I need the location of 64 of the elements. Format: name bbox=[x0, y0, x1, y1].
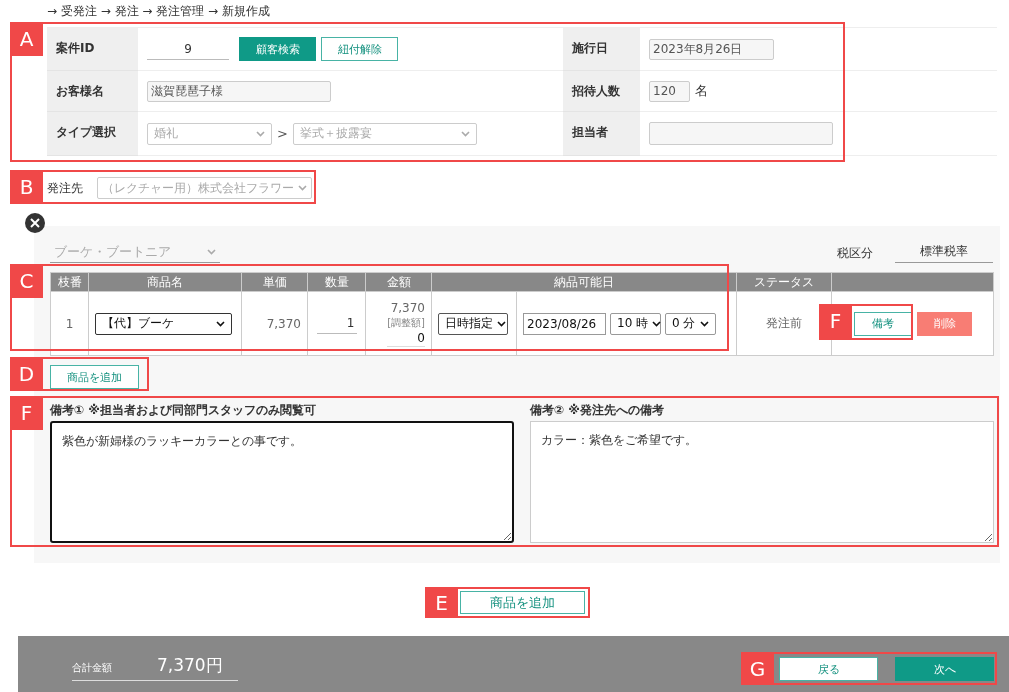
annotation-label: F bbox=[10, 396, 43, 430]
chevron-icon bbox=[460, 130, 470, 137]
back-button[interactable]: 戻る bbox=[779, 657, 878, 681]
guest-count-field[interactable]: 120 bbox=[649, 80, 690, 102]
memo-label: 備考② ※発注先への備考 bbox=[530, 402, 664, 419]
field-label: 施行日 bbox=[572, 40, 608, 57]
tax-label: 税区分 bbox=[837, 244, 873, 262]
field-label: お客様名 bbox=[56, 83, 104, 100]
column-header: ステータス bbox=[736, 272, 832, 292]
field-label: 招待人数 bbox=[572, 83, 620, 100]
adjustment-label: [調整額] bbox=[387, 315, 425, 330]
annotation-label: G bbox=[741, 652, 774, 685]
annotation-label: A bbox=[10, 22, 43, 56]
column-header: 数量 bbox=[307, 272, 366, 292]
annotation-label: D bbox=[10, 357, 43, 391]
column-header: 単価 bbox=[241, 272, 308, 292]
memo-field[interactable]: カラー：紫色をご希望です。 bbox=[530, 421, 994, 543]
staff-field[interactable] bbox=[649, 122, 833, 145]
annotation-label: E bbox=[425, 587, 458, 618]
chevron-icon bbox=[256, 130, 265, 137]
table-cell: 1 bbox=[50, 291, 89, 356]
memo-field[interactable]: 紫色が新婦様のラッキーカラーとの事です。 bbox=[50, 421, 514, 543]
chevron-icon bbox=[497, 320, 506, 327]
column-header: 商品名 bbox=[88, 272, 242, 292]
memo-button[interactable]: 備考 bbox=[854, 311, 912, 336]
memo-label: 備考① ※担当者および同部門スタッフのみ閲覧可 bbox=[50, 402, 316, 419]
customer-search-button[interactable]: 顧客検索 bbox=[239, 37, 316, 61]
customer-name-field[interactable]: 滋賀琵琶子様 bbox=[147, 80, 331, 102]
product-dropdown[interactable]: 【代】ブーケ bbox=[95, 312, 232, 335]
annotation-label: C bbox=[10, 264, 43, 298]
chevron-icon bbox=[700, 320, 709, 327]
total-label: 合計金額 bbox=[72, 661, 112, 675]
tax-value: 標準税率 bbox=[895, 243, 993, 263]
field-label: 発注先 bbox=[47, 179, 83, 197]
annotation-label: F bbox=[819, 304, 852, 338]
table-cell: 7,370 bbox=[241, 291, 308, 356]
column-header: 納品可能日 bbox=[431, 272, 737, 292]
chevron-icon bbox=[652, 320, 662, 327]
chevron-icon bbox=[207, 248, 216, 255]
field-label: 案件ID bbox=[56, 40, 95, 57]
breadcrumb: → 受発注 → 発注 → 発注管理 → 新規作成 bbox=[47, 3, 270, 20]
add-item-button[interactable]: 商品を追加 bbox=[460, 591, 585, 614]
chevron-icon bbox=[298, 185, 307, 191]
next-button[interactable]: 次へ bbox=[895, 657, 994, 681]
field-label: 担当者 bbox=[572, 124, 608, 141]
add-item-button[interactable]: 商品を追加 bbox=[50, 365, 139, 389]
unit-label: 名 bbox=[695, 82, 708, 100]
column-header: 金額 bbox=[365, 272, 432, 292]
close-icon[interactable] bbox=[25, 213, 45, 233]
date-field[interactable]: 2023年8月26日 bbox=[649, 38, 774, 60]
minute-dropdown[interactable]: 0 分 bbox=[665, 312, 716, 335]
unlink-button[interactable]: 紐付解除 bbox=[321, 37, 398, 61]
field-label: タイプ選択 bbox=[56, 124, 116, 141]
case-id-field[interactable]: 9 bbox=[147, 38, 229, 60]
separator-text: > bbox=[277, 126, 288, 141]
chevron-icon bbox=[216, 320, 225, 327]
amount-text: 7,370 bbox=[390, 300, 425, 315]
hour-dropdown[interactable]: 10 時 bbox=[610, 312, 661, 335]
adjustment-field[interactable]: 0 bbox=[387, 330, 425, 347]
total-amount: 7,370円 bbox=[157, 654, 223, 677]
column-header: 枝番 bbox=[50, 272, 89, 292]
delivery-mode-dropdown[interactable]: 日時指定 bbox=[438, 312, 508, 335]
delivery-date-field[interactable]: 2023/08/26 bbox=[523, 312, 606, 335]
annotation-label: B bbox=[10, 170, 43, 204]
